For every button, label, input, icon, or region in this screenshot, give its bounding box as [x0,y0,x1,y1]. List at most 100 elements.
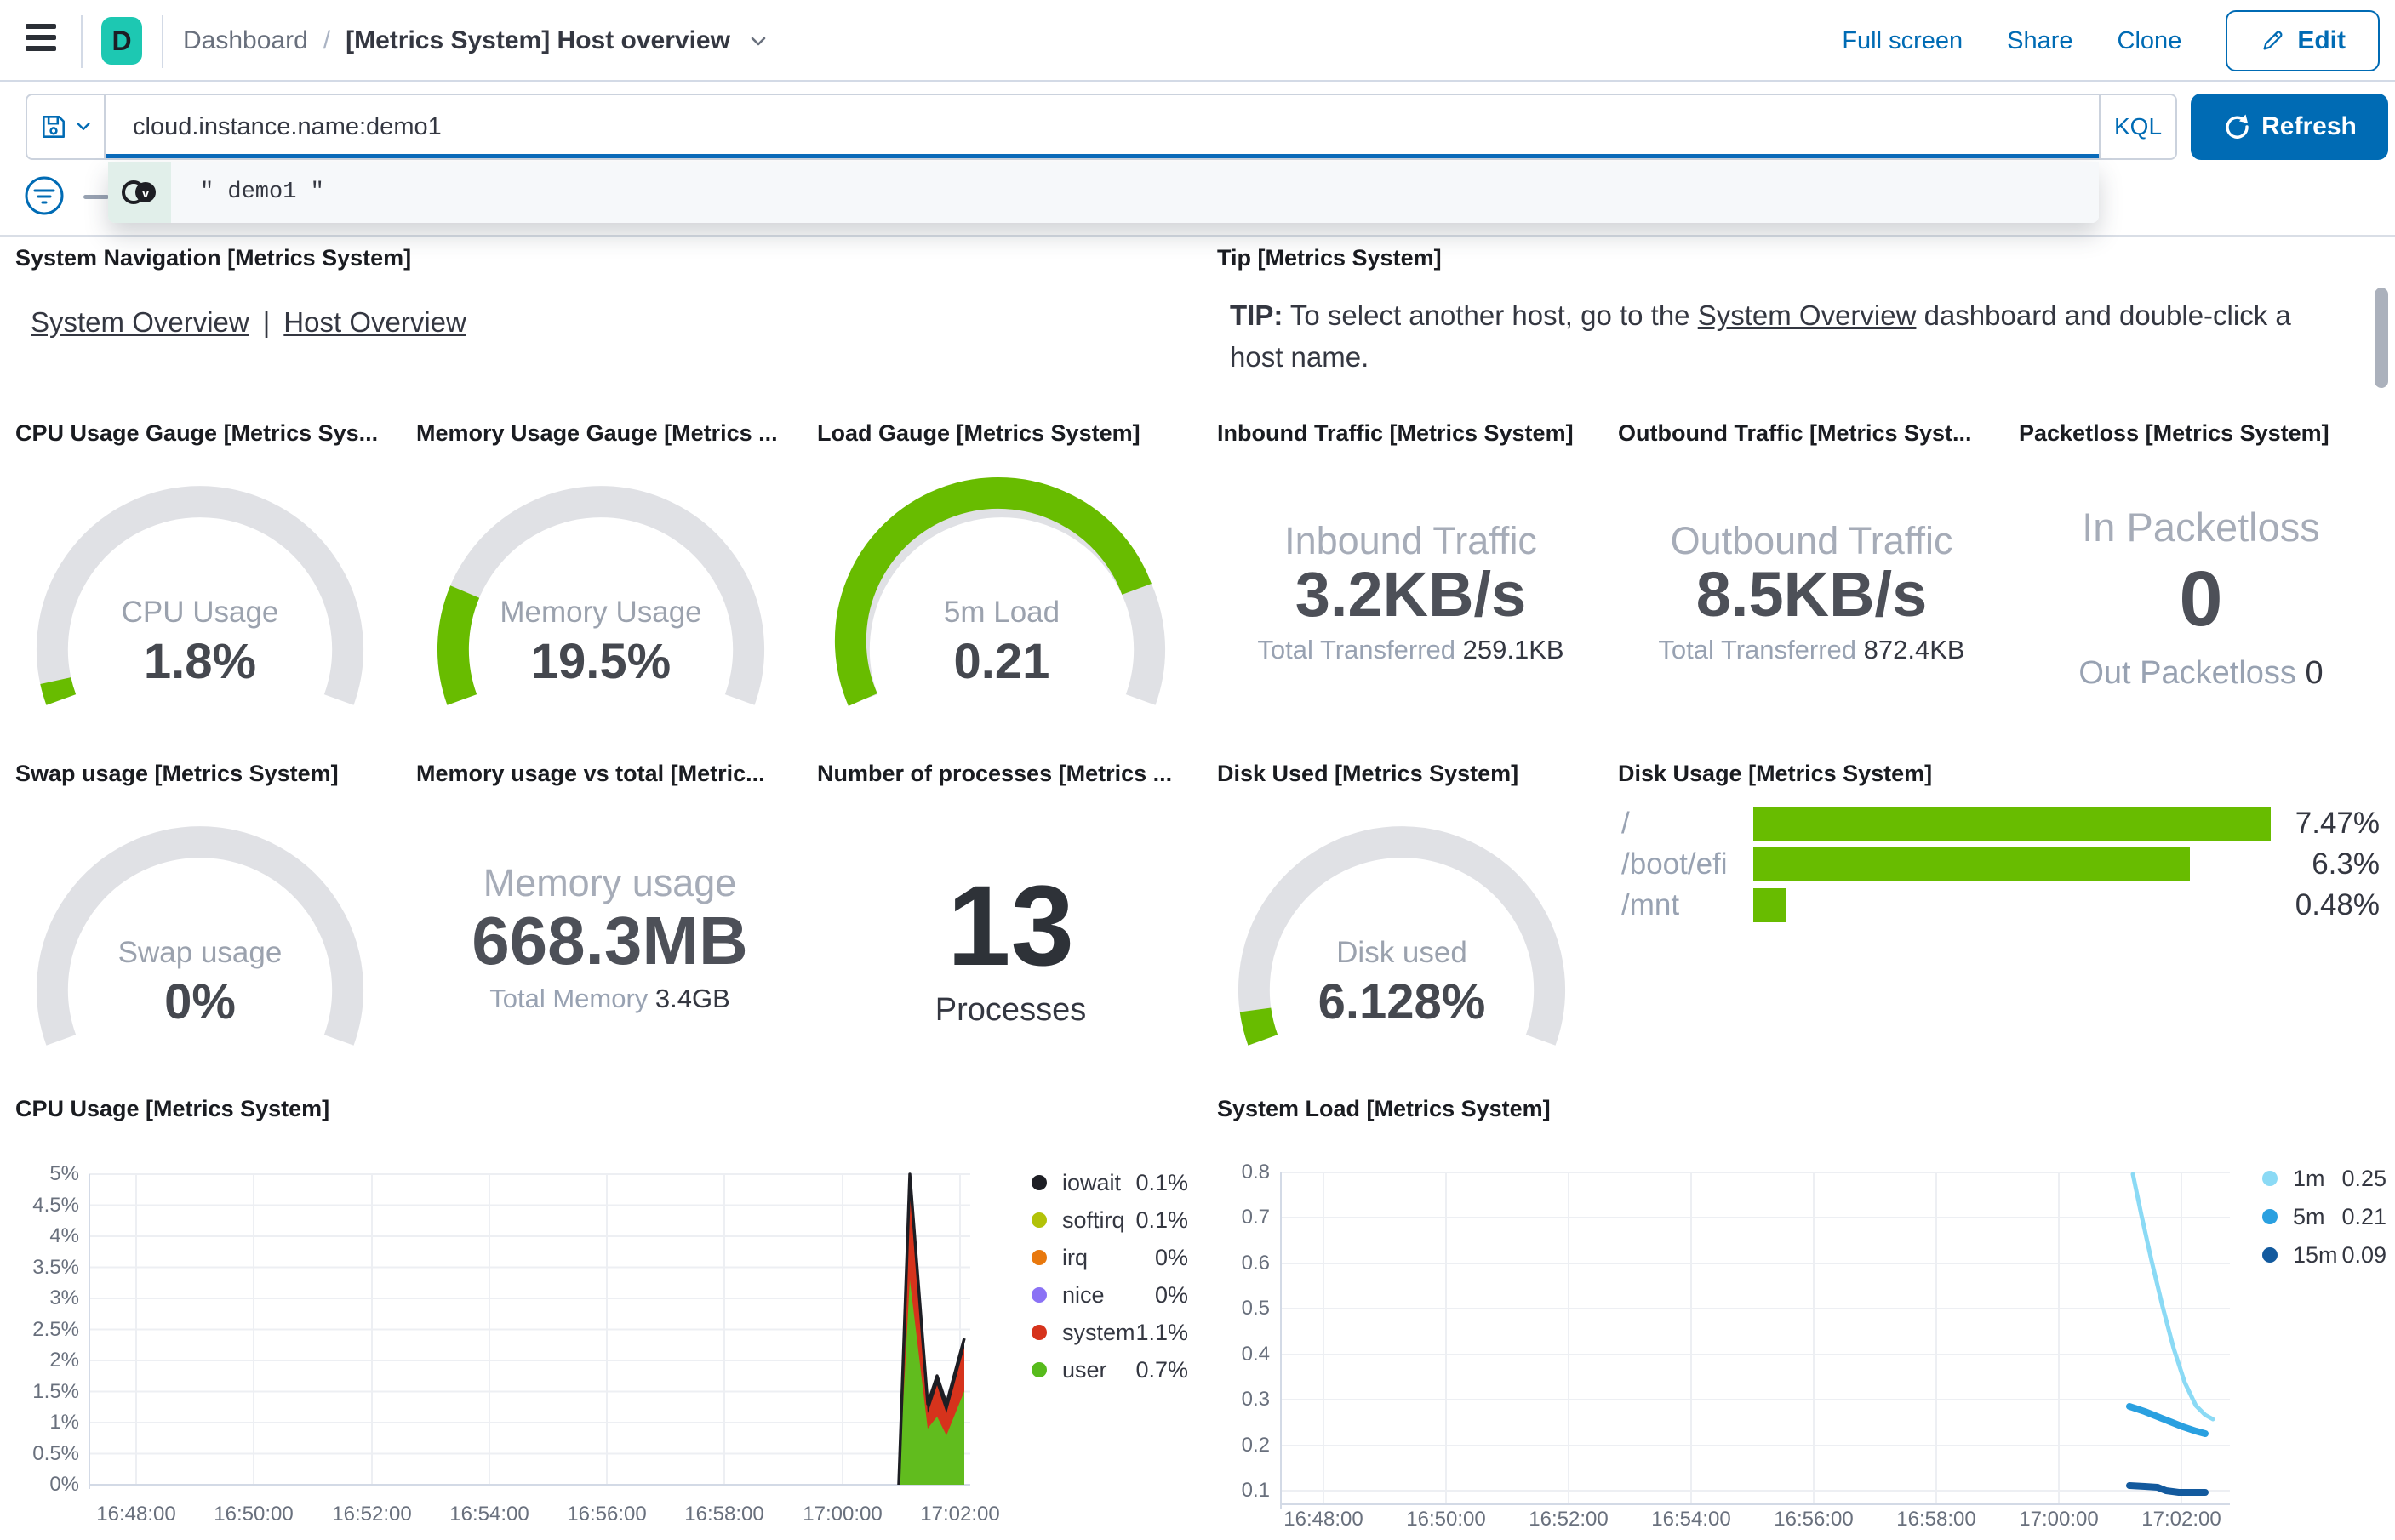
refresh-button[interactable]: Refresh [2191,94,2388,160]
sub-value: 0 [2305,655,2324,691]
system-load-chart-panel: System Load [Metrics System] 0.8 0.7 0.6… [1217,1096,2395,1540]
legend-item-irq[interactable]: irq 0% [1032,1245,1188,1270]
page-title[interactable]: [Metrics System] Host overview [346,26,730,55]
kibana-dashboard: D Dashboard / [Metrics System] Host over… [0,0,2395,1540]
usage-bar[interactable] [1753,847,2190,881]
legend-item-15m[interactable]: 15m 0.09 [2262,1242,2386,1268]
metric-subtext: Out Packetloss 0 [2019,655,2383,692]
legend-label: 15m [2293,1241,2338,1268]
breadcrumb-dashboard[interactable]: Dashboard [183,26,308,55]
legend-item-system[interactable]: system 1.1% [1032,1320,1188,1345]
search-input[interactable]: cloud.instance.name:demo1 [106,95,2099,158]
legend-item-nice[interactable]: nice 0% [1032,1282,1188,1308]
saved-query-menu-button[interactable] [27,95,106,158]
sub-value: 259.1KB [1462,635,1564,664]
sub-value: 872.4KB [1863,635,1965,664]
x-axis-tick: 16:56:00 [1774,1508,1854,1531]
inbound-traffic-panel: Inbound Traffic [Metrics System] Inbound… [1217,420,1604,761]
space-avatar[interactable]: D [101,17,142,65]
panel-title[interactable]: Outbound Traffic [Metrics Syst... [1618,420,2005,447]
share-button[interactable]: Share [2007,27,2072,55]
full-screen-button[interactable]: Full screen [1842,27,1963,55]
panel-title[interactable]: System Navigation [Metrics System] [15,245,1190,271]
tip-bold: TIP: [1230,299,1283,331]
panel-title[interactable]: CPU Usage Gauge [Metrics Sys... [15,420,403,447]
x-axis-tick: 16:54:00 [1651,1508,1731,1531]
menu-icon[interactable] [26,24,56,58]
y-axis-tick: 0.5 [1241,1297,1270,1320]
kql-language-button[interactable]: KQL [2099,95,2175,158]
filter-icon[interactable] [22,174,66,218]
link-separator: | [262,306,271,338]
legend-item-1m[interactable]: 1m 0.25 [2262,1166,2386,1191]
y-axis-tick: 0.3 [1241,1388,1270,1411]
mount-label: / [1621,807,1630,840]
x-axis-tick: 16:48:00 [96,1503,176,1526]
metric-subtext: Total Transferred 259.1KB [1217,635,1604,665]
panel-title[interactable]: Number of processes [Metrics ... [817,761,1204,787]
x-axis-tick: 16:58:00 [684,1503,764,1526]
host-overview-link[interactable]: Host Overview [283,306,466,338]
tip-text-before: To select another host, go to the [1283,299,1698,331]
system-overview-link[interactable]: System Overview [31,306,249,338]
suggestion-item[interactable]: " demo1 " [171,162,2099,223]
legend-item-iowait[interactable]: iowait 0.1% [1032,1170,1188,1195]
legend-dot [2262,1171,2278,1186]
x-axis-tick: 16:54:00 [449,1503,529,1526]
legend-label: nice [1062,1281,1105,1308]
legend-dot [1032,1325,1047,1340]
system-navigation-panel: System Navigation [Metrics System] Syste… [15,245,1190,407]
y-axis-tick: 4.5% [32,1194,79,1217]
legend-item-softirq[interactable]: softirq 0.1% [1032,1207,1188,1233]
clone-button[interactable]: Clone [2118,27,2182,55]
memory-usage-gauge-panel: Memory Usage Gauge [Metrics ... Memory U… [416,420,803,761]
y-axis-tick: 0.5% [32,1442,79,1465]
refresh-icon [2222,113,2249,140]
legend-label: 1m [2293,1165,2325,1191]
panel-title[interactable]: Memory Usage Gauge [Metrics ... [416,420,803,447]
legend-label: system [1062,1319,1135,1345]
panel-title[interactable]: Disk Usage [Metrics System] [1618,761,2383,787]
panel-title[interactable]: Packetloss [Metrics System] [2019,420,2383,447]
sub-label: Out Packetloss [2078,655,2296,691]
y-axis-tick: 0.7 [1241,1206,1270,1229]
panel-title[interactable]: Tip [Metrics System] [1217,245,2383,271]
legend-value: 0% [1154,1281,1188,1308]
legend-dot [1032,1175,1047,1190]
chevron-down-icon[interactable] [747,30,769,52]
legend-label: iowait [1062,1169,1122,1195]
query-suggestion-popup[interactable]: v " demo1 " [108,162,2099,223]
value-suggestion-icon: v [108,162,171,223]
usage-bar[interactable] [1753,807,2271,841]
metric-label: Memory usage [483,861,737,904]
x-axis-tick: 16:50:00 [1406,1508,1486,1531]
system-load-line-chart [1280,1172,2230,1509]
legend-dot [2262,1209,2278,1224]
query-text: cloud.instance.name:demo1 [133,112,442,140]
cpu-usage-area-chart [89,1172,970,1489]
y-axis-tick: 0.4 [1241,1343,1270,1366]
disk-usage-row: /mnt 0.48% [1618,888,2383,922]
gauge-value: 0% [164,974,236,1030]
panel-title[interactable]: Swap usage [Metrics System] [15,761,403,787]
panel-title[interactable]: Inbound Traffic [Metrics System] [1217,420,1604,447]
vertical-scrollbar[interactable] [2375,288,2388,388]
edit-button-label: Edit [2297,26,2346,54]
x-axis-tick: 17:02:00 [920,1503,1000,1526]
usage-value: 7.47% [2295,807,2380,840]
system-overview-link[interactable]: System Overview [1698,299,1917,331]
legend-label: user [1062,1356,1107,1383]
gauge-label: Memory Usage [500,596,702,629]
usage-bar[interactable] [1753,888,1786,922]
panel-title[interactable]: Disk Used [Metrics System] [1217,761,1604,787]
top-bar: D Dashboard / [Metrics System] Host over… [0,0,2395,82]
y-axis-tick: 4% [49,1224,79,1247]
panel-title[interactable]: Memory usage vs total [Metric... [416,761,803,787]
panel-title[interactable]: Load Gauge [Metrics System] [817,420,1204,447]
remove-filter-icon[interactable] [83,195,109,199]
legend-value: 0.7% [1135,1356,1188,1383]
edit-button[interactable]: Edit [2226,10,2380,71]
disk-usage-row: / 7.47% [1618,807,2383,841]
legend-item-5m[interactable]: 5m 0.21 [2262,1204,2386,1229]
legend-item-user[interactable]: user 0.7% [1032,1357,1188,1383]
